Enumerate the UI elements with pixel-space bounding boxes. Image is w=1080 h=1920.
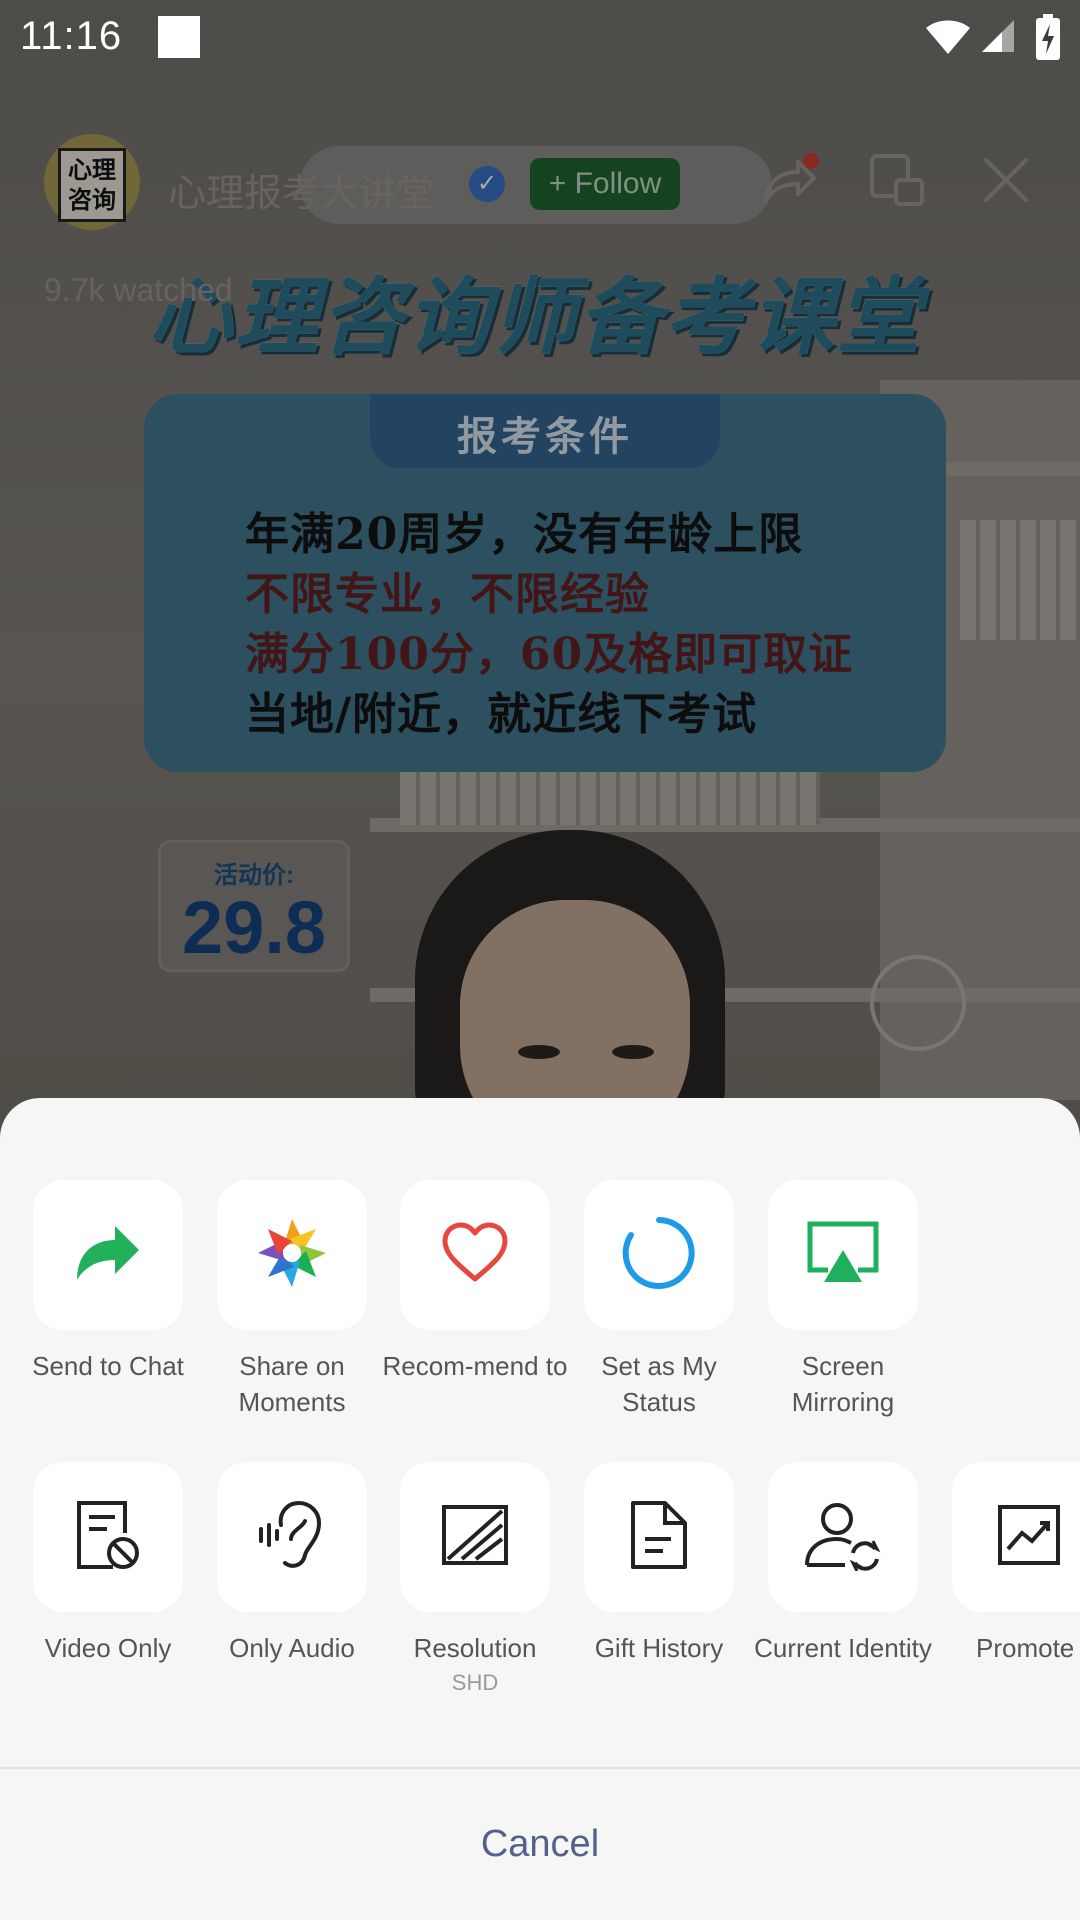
status-ring-icon — [621, 1215, 697, 1296]
send-arrow-icon — [73, 1222, 143, 1289]
tile-label: Screen Mirroring — [791, 1351, 895, 1417]
tile-label: Set as My Status — [601, 1351, 717, 1417]
video-only-button[interactable] — [33, 1462, 183, 1612]
tile-label: Resolution SHD — [380, 1630, 570, 1700]
battery-charging-icon — [1036, 14, 1060, 65]
notification-square-icon — [158, 16, 200, 58]
current-identity-button[interactable] — [768, 1462, 918, 1612]
cancel-button[interactable]: Cancel — [0, 1769, 1080, 1920]
video-only-icon — [73, 1499, 143, 1576]
send-to-chat-button[interactable] — [33, 1180, 183, 1330]
recommend-button[interactable] — [400, 1180, 550, 1330]
moments-aperture-icon — [255, 1216, 329, 1295]
trend-chart-icon — [996, 1503, 1062, 1572]
resolution-button[interactable] — [400, 1462, 550, 1612]
only-audio-button[interactable] — [217, 1462, 367, 1612]
promote-button[interactable] — [952, 1462, 1080, 1612]
screen-mirroring-button[interactable] — [768, 1180, 918, 1330]
switch-identity-icon — [803, 1499, 883, 1576]
signal-icon — [980, 18, 1016, 59]
gift-history-button[interactable] — [584, 1462, 734, 1612]
resolution-label: Resolution — [413, 1633, 537, 1663]
tile-label: Promote — [976, 1633, 1075, 1663]
document-icon — [627, 1499, 691, 1576]
status-time: 11:16 — [20, 14, 123, 58]
screen-mirroring-icon — [806, 1220, 880, 1291]
tile-label: Current Identity — [754, 1633, 932, 1663]
status-bar: 11:16 — [0, 0, 1080, 76]
ear-icon — [257, 1499, 327, 1576]
tile-label: Recom-mend to — [382, 1351, 568, 1381]
tile-label: Video Only — [44, 1633, 172, 1663]
tile-label: Only Audio — [229, 1633, 355, 1663]
resolution-value: SHD — [451, 1670, 499, 1695]
set-as-status-button[interactable] — [584, 1180, 734, 1330]
tile-label: Share on Moments — [238, 1351, 346, 1417]
tile-label: Send to Chat — [32, 1351, 184, 1381]
wifi-icon — [924, 16, 972, 61]
heart-icon — [439, 1221, 511, 1290]
tile-label: Gift History — [594, 1633, 724, 1663]
share-moments-button[interactable] — [217, 1180, 367, 1330]
resolution-icon — [440, 1503, 510, 1572]
